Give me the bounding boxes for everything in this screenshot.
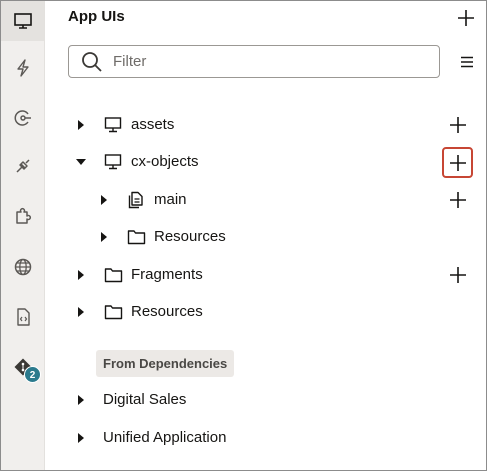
git-changes-badge: 2 (24, 366, 41, 383)
caret-right-icon[interactable] (100, 231, 108, 243)
menu-button[interactable] (457, 51, 477, 73)
caret-right-icon[interactable] (100, 194, 108, 206)
monitor-icon (13, 13, 32, 29)
plus-icon (450, 192, 466, 208)
tree-item-label: assets (131, 116, 175, 133)
monitor-icon (104, 117, 122, 133)
rail-git[interactable]: 2 (1, 347, 44, 387)
search-icon (82, 51, 102, 72)
caret-right-icon[interactable] (77, 119, 85, 131)
caret-right-icon[interactable] (77, 394, 85, 406)
tree-item-resources-child[interactable]: Resources (45, 222, 486, 252)
tree-item-resources[interactable]: Resources (45, 297, 486, 327)
hamburger-icon (461, 56, 473, 68)
tree-item-main[interactable]: main (45, 185, 486, 215)
plug-icon (15, 159, 30, 173)
add-app-ui-button[interactable] (453, 5, 479, 31)
tree-item-fragments[interactable]: Fragments (45, 260, 486, 290)
add-to-main-button[interactable] (444, 185, 472, 215)
rail-source[interactable] (1, 297, 44, 337)
folder-icon (127, 230, 146, 245)
dependency-label: Unified Application (103, 429, 227, 446)
plus-icon (449, 154, 466, 171)
rail-translations[interactable] (1, 247, 44, 287)
rail-actions[interactable] (1, 48, 44, 88)
panel-title: App UIs (68, 8, 125, 25)
tree-item-assets[interactable]: assets (45, 110, 486, 140)
plus-icon (458, 10, 474, 26)
add-to-cx-objects-button[interactable] (442, 147, 473, 178)
dependency-item[interactable]: Unified Application (45, 423, 486, 453)
rail-processes[interactable] (1, 98, 44, 138)
rail-services[interactable] (1, 146, 44, 186)
add-to-assets-button[interactable] (444, 110, 472, 140)
folder-icon (104, 268, 123, 283)
caret-right-icon[interactable] (77, 269, 85, 281)
rail-app-uis[interactable] (1, 1, 44, 41)
tree-item-cx-objects[interactable]: cx-objects (45, 147, 486, 178)
globe-icon (14, 258, 31, 276)
page-icon (128, 191, 143, 209)
dependency-label: Digital Sales (103, 391, 187, 408)
rail-components[interactable] (1, 196, 44, 236)
add-fragment-button[interactable] (444, 260, 472, 290)
plus-icon (450, 117, 466, 133)
folder-icon (104, 305, 123, 320)
tree-item-label: cx-objects (131, 153, 199, 170)
tree-item-label: Resources (131, 303, 203, 320)
puzzle-icon (15, 207, 31, 224)
monitor-icon (104, 154, 122, 170)
plus-icon (450, 267, 466, 283)
process-icon (14, 110, 31, 126)
tree-item-label: Resources (154, 228, 226, 245)
dependencies-heading: From Dependencies (96, 350, 235, 377)
caret-right-icon[interactable] (77, 432, 85, 444)
caret-down-icon[interactable] (75, 158, 87, 166)
lightning-icon (16, 59, 29, 77)
tree-item-label: Fragments (131, 266, 203, 283)
dependency-item[interactable]: Digital Sales (45, 385, 486, 415)
filter-input[interactable] (113, 53, 413, 70)
activity-rail: 2 (1, 1, 45, 470)
app-uis-panel: 2 App UIs assets (0, 0, 487, 471)
code-file-icon (16, 308, 30, 326)
tree-item-label: main (154, 191, 187, 208)
caret-right-icon[interactable] (77, 306, 85, 318)
filter-field[interactable] (68, 45, 440, 78)
